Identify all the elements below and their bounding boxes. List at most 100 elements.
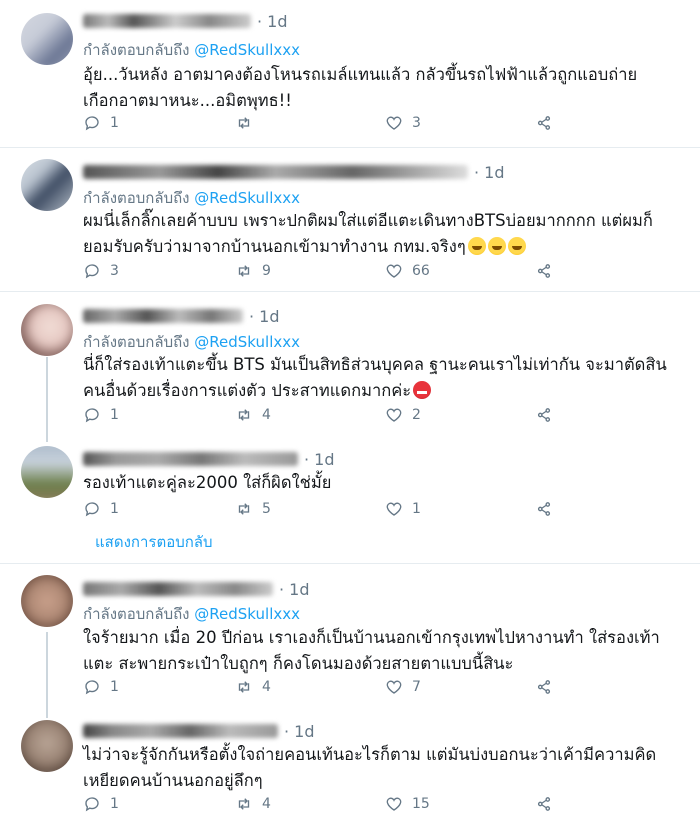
like-count: 2	[412, 407, 421, 423]
reply-icon	[85, 502, 99, 517]
retweet-icon	[238, 409, 250, 421]
tweet-actions: 3 9 66	[83, 262, 553, 284]
like-button[interactable]: 66	[385, 262, 430, 280]
tweet-text: นี่ก็ใส่รองเท้าแตะขึ้น BTS มันเป็นสิทธิส…	[83, 352, 688, 404]
retweet-button[interactable]: 9	[235, 262, 271, 280]
retweet-button[interactable]: 4	[235, 678, 271, 696]
reply-button[interactable]: 1	[83, 795, 119, 813]
tweet-actions: 1 4 2	[83, 406, 553, 428]
grinning-sweat-emoji	[507, 237, 526, 255]
like-button[interactable]: 15	[385, 795, 430, 813]
tweet-text: ผมนี่เล็กลิ๊กเลยค้าบบบ เพราะปกติผมใส่แต่…	[83, 208, 688, 260]
share-icon	[537, 116, 551, 130]
tweet-text: ไม่ว่าจะรู้จักกันหรือตั้งใจถ่ายคอนเท้นอะ…	[83, 742, 688, 794]
avatar[interactable]	[21, 720, 73, 772]
tweet-text-line: ผมนี่เล็กลิ๊กเลยค้าบบบ เพราะปกติผมใส่แต่…	[83, 211, 653, 230]
avatar[interactable]	[21, 13, 73, 65]
retweet-button[interactable]: 5	[235, 500, 271, 518]
share-icon	[537, 408, 551, 422]
retweet-button[interactable]	[235, 114, 262, 132]
retweet-count: 5	[262, 501, 271, 517]
avatar[interactable]	[21, 575, 73, 627]
grinning-sweat-emoji	[487, 237, 506, 255]
like-count: 15	[412, 796, 430, 812]
reply-icon	[85, 116, 99, 131]
retweet-count: 4	[262, 679, 271, 695]
share-icon	[537, 680, 551, 694]
tweet-text-line: เกือกอาตมาหนะ...อมิตพุทธ!!	[83, 91, 292, 110]
tweet[interactable]: · 1d กำลังตอบกลับถึง @RedSkullxxx อุ้ย..…	[0, 0, 700, 147]
tweet-text-line: คนอื่นด้วยเรื่องการแต่งตัว ประสาทแดกมากค…	[83, 381, 412, 400]
tweet-text-line: นี่ก็ใส่รองเท้าแตะขึ้น BTS มันเป็นสิทธิส…	[83, 355, 667, 374]
reply-count: 1	[110, 115, 119, 131]
avatar[interactable]	[21, 159, 73, 211]
replying-to: กำลังตอบกลับถึง @RedSkullxxx	[83, 38, 300, 62]
show-replies-link[interactable]: แสดงการตอบกลับ	[95, 530, 213, 554]
tweet-text: อุ้ย...วันหลัง อาตมาคงต้องโหนรถเมล์แทนแล…	[83, 62, 688, 114]
tweet-time[interactable]: · 1d	[304, 450, 335, 469]
reply-button[interactable]: 3	[83, 262, 119, 280]
retweet-button[interactable]: 4	[235, 795, 271, 813]
share-button[interactable]	[535, 114, 553, 132]
tweet[interactable]: · 1d กำลังตอบกลับถึง @RedSkullxxx ใจร้าย…	[0, 564, 700, 716]
author-name-redacted[interactable]	[83, 165, 468, 179]
share-icon	[537, 797, 551, 811]
retweet-icon	[238, 681, 250, 693]
reply-button[interactable]: 1	[83, 114, 119, 132]
reply-handle[interactable]: @RedSkullxxx	[194, 605, 300, 623]
tweet-text-line: อุ้ย...วันหลัง อาตมาคงต้องโหนรถเมล์แทนแล…	[83, 65, 638, 84]
replying-prefix: กำลังตอบกลับถึง	[83, 41, 190, 59]
like-button[interactable]: 7	[385, 678, 421, 696]
reply-button[interactable]: 1	[83, 678, 119, 696]
reply-handle[interactable]: @RedSkullxxx	[194, 41, 300, 59]
tweet[interactable]: · 1d ไม่ว่าจะรู้จักกันหรือตั้งใจถ่ายคอนเ…	[0, 716, 700, 826]
share-icon	[537, 264, 551, 278]
replying-to: กำลังตอบกลับถึง @RedSkullxxx	[83, 186, 300, 210]
tweet-time[interactable]: · 1d	[257, 12, 288, 31]
author-name-redacted[interactable]	[83, 309, 243, 323]
reply-icon	[85, 408, 99, 423]
tweet[interactable]: · 1d กำลังตอบกลับถึง @RedSkullxxx นี่ก็ใ…	[0, 292, 700, 440]
reply-handle[interactable]: @RedSkullxxx	[194, 189, 300, 207]
retweet-count: 4	[262, 796, 271, 812]
tweet-time[interactable]: · 1d	[279, 580, 310, 599]
tweet[interactable]: · 1d กำลังตอบกลับถึง @RedSkullxxx ผมนี่เ…	[0, 148, 700, 291]
tweet-actions: 1 3	[83, 114, 553, 136]
like-icon	[386, 680, 402, 694]
retweet-count: 4	[262, 407, 271, 423]
share-button[interactable]	[535, 262, 553, 280]
like-icon	[386, 264, 402, 278]
author-name-redacted[interactable]	[83, 582, 273, 596]
like-button[interactable]: 3	[385, 114, 421, 132]
tweet-time[interactable]: · 1d	[284, 722, 315, 741]
retweet-icon	[238, 503, 250, 515]
avatar[interactable]	[21, 304, 73, 356]
tweet-time[interactable]: · 1d	[474, 163, 505, 182]
reply-button[interactable]: 1	[83, 406, 119, 424]
retweet-button[interactable]: 4	[235, 406, 271, 424]
share-button[interactable]	[535, 795, 553, 813]
tweet[interactable]: · 1d รองเท้าแตะคู่ละ2000 ใส่ก็ผิดใช่มั้ย…	[0, 440, 700, 526]
retweet-count: 9	[262, 263, 271, 279]
like-count: 1	[412, 501, 421, 517]
reply-button[interactable]: 1	[83, 500, 119, 518]
author-name-redacted[interactable]	[83, 452, 298, 466]
tweet-time[interactable]: · 1d	[249, 307, 280, 326]
share-button[interactable]	[535, 678, 553, 696]
like-icon	[386, 797, 402, 811]
tweet-text-line: เหยียดคนบ้านนอกอยู่ลึกๆ	[83, 771, 263, 790]
tweet-text: รองเท้าแตะคู่ละ2000 ใส่ก็ผิดใช่มั้ย	[83, 470, 688, 496]
author-name-redacted[interactable]	[83, 14, 251, 28]
like-button[interactable]: 1	[385, 500, 421, 518]
tweet-text: ใจร้ายมาก เมื่อ 20 ปีก่อน เราเองก็เป็นบ้…	[83, 625, 688, 677]
like-count: 7	[412, 679, 421, 695]
replying-prefix: กำลังตอบกลับถึง	[83, 333, 190, 351]
reply-handle[interactable]: @RedSkullxxx	[194, 333, 300, 351]
angry-face-emoji	[413, 381, 432, 399]
share-button[interactable]	[535, 406, 553, 424]
share-button[interactable]	[535, 500, 553, 518]
reply-count: 1	[110, 501, 119, 517]
avatar[interactable]	[21, 446, 73, 498]
author-name-redacted[interactable]	[83, 724, 278, 738]
like-button[interactable]: 2	[385, 406, 421, 424]
